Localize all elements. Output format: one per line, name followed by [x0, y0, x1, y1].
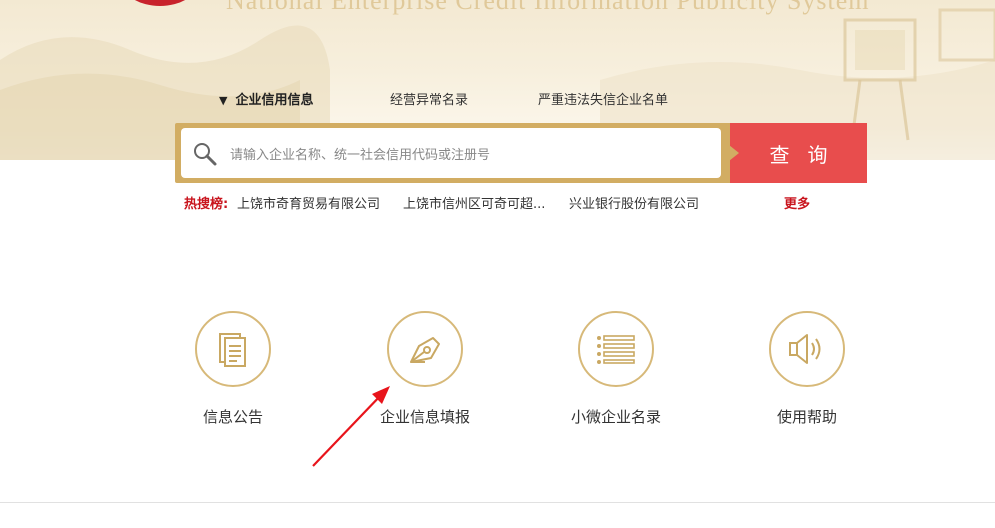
national-emblem-icon — [134, 0, 186, 6]
search-bar: 请输入企业名称、统一社会信用代码或注册号 查询 — [175, 123, 867, 183]
caret-down-icon: ▼ — [219, 94, 228, 107]
service-small-micro-enterprise-list[interactable]: 小微企业名录 — [551, 311, 681, 427]
hot-search-label: 热搜榜: — [184, 197, 229, 212]
search-placeholder: 请输入企业名称、统一社会信用代码或注册号 — [230, 148, 491, 163]
tab-abnormal-operation-list[interactable]: 经营异常名录 — [390, 89, 468, 108]
annotation-arrow-icon — [312, 386, 390, 467]
hot-search-item[interactable]: 兴业银行股份有限公司 — [569, 193, 699, 212]
service-label: 信息公告 — [202, 408, 263, 426]
hot-search-item[interactable]: 上饶市信州区可奇可超... — [403, 193, 545, 212]
list-icon — [578, 311, 654, 387]
search-input[interactable]: 请输入企业名称、统一社会信用代码或注册号 — [181, 128, 721, 178]
service-label: 小微企业名录 — [570, 408, 661, 426]
document-icon — [195, 311, 271, 387]
pen-nib-icon — [387, 311, 463, 387]
hot-search-bar: 热搜榜: 上饶市奇育贸易有限公司 上饶市信州区可奇可超... 兴业银行股份有限公… — [184, 193, 824, 212]
hot-search-item[interactable]: 上饶市奇育贸易有限公司 — [237, 193, 380, 212]
tab-serious-violation-list[interactable]: 严重违法失信企业名单 — [538, 89, 668, 108]
service-help[interactable]: 使用帮助 — [742, 311, 872, 427]
site-title: National Enterprise Credit Information P… — [226, 0, 870, 15]
search-category-tabs: ▼ 企业信用信息 经营异常名录 严重违法失信企业名单 — [0, 89, 995, 109]
service-label: 使用帮助 — [776, 408, 837, 426]
service-info-announcement[interactable]: 信息公告 — [168, 311, 298, 427]
speaker-icon — [769, 311, 845, 387]
search-icon — [194, 143, 217, 166]
footer-divider — [0, 502, 995, 503]
tab-enterprise-credit-info[interactable]: ▼ 企业信用信息 — [219, 89, 313, 108]
hot-search-more-link[interactable]: 更多 — [784, 193, 810, 212]
search-button[interactable]: 查询 — [729, 123, 867, 183]
